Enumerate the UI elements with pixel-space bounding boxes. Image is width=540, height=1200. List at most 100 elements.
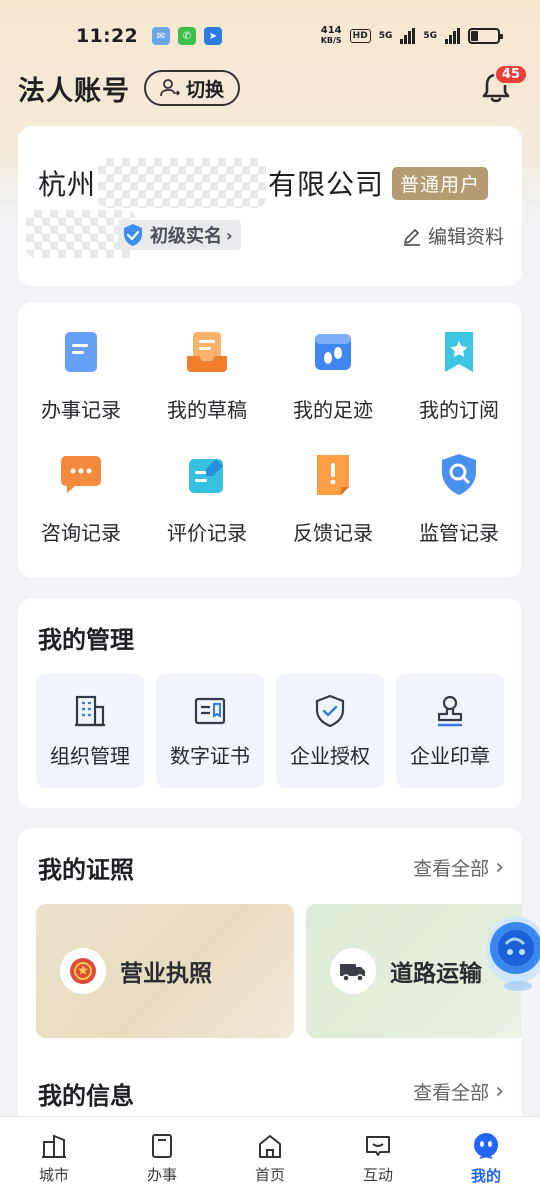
license-label: 道路运输 <box>390 961 482 987</box>
nav-label: 首页 <box>254 1166 285 1184</box>
home-icon <box>259 1135 281 1158</box>
truck-icon <box>330 948 376 994</box>
nav-item-home[interactable]: 首页 <box>216 1117 324 1200</box>
licenses-carousel[interactable]: 营业执照 道路运输 <box>36 904 522 1038</box>
records-item-feedback[interactable]: 反馈记录 <box>270 451 396 546</box>
message-icon <box>366 1136 390 1156</box>
battery-icon <box>468 28 503 44</box>
status-indicators: 414 KB/S HD 5G 5G <box>321 26 503 46</box>
records-grid: 办事记录 我的草稿 我的足迹 我的订阅 咨询记录 评价记录 反馈记录 监管记录 <box>18 328 522 546</box>
status-bar: 11:22 ✉ ✆ ➤ 414 KB/S HD 5G 5G <box>0 0 540 72</box>
chat-bubble-icon <box>61 456 101 493</box>
records-item-label: 反馈记录 <box>293 521 373 545</box>
records-item-label: 咨询记录 <box>41 521 121 545</box>
records-item-label: 我的订阅 <box>419 398 499 422</box>
chevron-right-icon: › <box>226 225 233 245</box>
switch-label: 切换 <box>186 78 225 101</box>
records-item-label: 我的足迹 <box>293 398 373 422</box>
records-item-subscription[interactable]: 我的订阅 <box>396 328 522 423</box>
records-item-review[interactable]: 评价记录 <box>144 451 270 546</box>
nav-item-service[interactable]: 办事 <box>108 1117 216 1200</box>
company-name: 杭州 有限公司 普通用户 <box>38 158 489 208</box>
signal-5g-label: 5G <box>378 31 393 41</box>
view-all-label: 查看全部 <box>413 1082 490 1104</box>
robot-assistant-icon <box>486 916 540 991</box>
info-title: 我的信息 <box>38 1082 134 1110</box>
city-icon <box>42 1134 66 1158</box>
company-name-suffix: 有限公司 <box>268 168 385 201</box>
app-store-icon: ➤ <box>203 27 222 45</box>
pencil-icon <box>403 228 420 246</box>
license-label: 营业执照 <box>120 961 212 987</box>
records-item-label: 评价记录 <box>167 521 247 545</box>
licenses-title: 我的证照 <box>38 856 134 884</box>
licenses-card: 我的证照 查看全部 › 营业执照 道路运输 我的信息 查看全部 › <box>18 828 522 1128</box>
switch-account-button[interactable]: 切换 <box>144 70 241 106</box>
records-item-footprint[interactable]: 我的足迹 <box>270 328 396 423</box>
management-title: 我的管理 <box>38 626 134 654</box>
license-card-business[interactable]: 营业执照 <box>36 904 294 1038</box>
company-name-prefix: 杭州 <box>38 168 97 201</box>
bottom-navigation: 城市 办事 首页 互动 我的 <box>0 1116 540 1200</box>
national-emblem-icon <box>60 948 106 994</box>
view-all-label: 查看全部 <box>413 858 490 880</box>
chevron-right-icon: › <box>495 855 504 880</box>
profile-card: 杭州 有限公司 普通用户 初级实名 › 编辑资料 <box>18 126 522 286</box>
nav-item-mine[interactable]: 我的 <box>432 1117 540 1200</box>
management-item-certificate[interactable]: 数字证书 <box>156 674 264 788</box>
nav-label: 办事 <box>146 1166 177 1184</box>
chevron-right-icon: › <box>495 1079 504 1104</box>
network-speed: 414 KB/S <box>321 26 342 46</box>
nav-item-city[interactable]: 城市 <box>0 1117 108 1200</box>
message-app-icon: ✉ <box>151 27 170 45</box>
records-item-service[interactable]: 办事记录 <box>18 328 144 423</box>
records-item-consult[interactable]: 咨询记录 <box>18 451 144 546</box>
management-item-organization[interactable]: 组织管理 <box>36 674 144 788</box>
edit-profile-label: 编辑资料 <box>427 226 504 248</box>
signal-icon <box>400 28 416 44</box>
records-item-supervision[interactable]: 监管记录 <box>396 451 522 546</box>
management-item-authorization[interactable]: 企业授权 <box>276 674 384 788</box>
stamp-icon <box>437 695 463 726</box>
records-item-drafts[interactable]: 我的草稿 <box>144 328 270 423</box>
management-card: 我的管理 组织管理 数字证书 企业授权 企业印章 <box>18 598 522 808</box>
masked-company-name <box>98 158 267 208</box>
net-speed-unit: KB/S <box>320 36 342 45</box>
edit-profile-button[interactable]: 编辑资料 <box>402 222 504 249</box>
exclamation-note-icon <box>317 455 349 495</box>
verified-shield-icon <box>124 224 142 246</box>
building-icon <box>75 695 105 726</box>
hd-icon: HD <box>349 29 371 43</box>
document-icon <box>152 1134 172 1158</box>
records-item-label: 我的草稿 <box>167 398 247 422</box>
notification-button[interactable]: 45 <box>478 64 528 106</box>
status-notification-icons: ✉ ✆ ➤ <box>151 27 222 45</box>
signal-5g-label-2: 5G <box>423 31 437 41</box>
shield-check-icon <box>315 694 345 727</box>
nav-label: 城市 <box>38 1166 69 1184</box>
page-header: 法人账号 切换 45 <box>18 64 528 110</box>
certificate-icon <box>194 697 226 724</box>
management-item-label: 组织管理 <box>50 743 130 768</box>
licenses-view-all-link[interactable]: 查看全部 › <box>413 854 504 881</box>
nav-label: 我的 <box>470 1167 501 1185</box>
notification-badge: 45 <box>493 64 528 85</box>
info-view-all-link[interactable]: 查看全部 › <box>413 1078 504 1105</box>
verification-label: 初级实名 <box>150 226 222 247</box>
switch-user-icon <box>160 79 180 97</box>
nav-label: 互动 <box>362 1166 393 1184</box>
signal-icon-2 <box>445 28 460 44</box>
draft-tray-icon <box>187 332 227 372</box>
management-item-seal[interactable]: 企业印章 <box>396 674 504 788</box>
nav-item-interaction[interactable]: 互动 <box>324 1117 432 1200</box>
floating-assistant-button[interactable] <box>478 908 540 994</box>
management-item-label: 企业印章 <box>410 743 490 768</box>
shield-search-icon <box>442 454 476 495</box>
records-card: 办事记录 我的草稿 我的足迹 我的订阅 咨询记录 评价记录 反馈记录 监管记录 <box>18 302 522 578</box>
verification-level-button[interactable]: 初级实名 › <box>118 220 241 250</box>
management-item-label: 数字证书 <box>170 743 250 768</box>
page-title: 法人账号 <box>18 75 130 107</box>
user-type-badge: 普通用户 <box>392 166 489 200</box>
management-row: 组织管理 数字证书 企业授权 企业印章 <box>36 674 504 788</box>
clipboard-icon <box>65 332 97 372</box>
